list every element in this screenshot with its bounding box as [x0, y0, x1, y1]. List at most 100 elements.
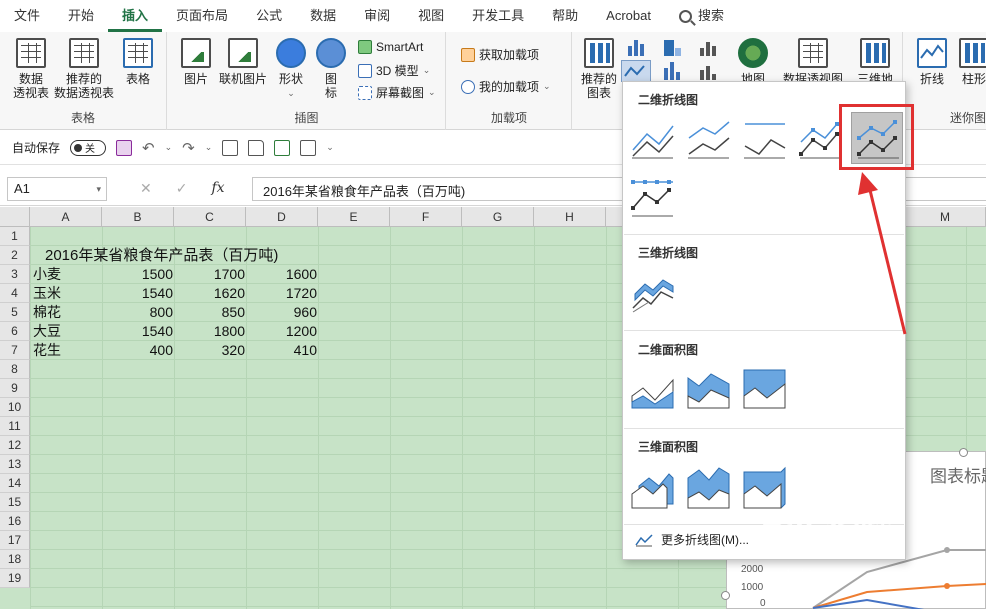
- line-chart-option[interactable]: [629, 116, 675, 162]
- chevron-down-icon[interactable]: ⌄: [205, 142, 213, 153]
- row-header-4[interactable]: 4: [0, 284, 30, 303]
- search-box[interactable]: 搜索: [665, 0, 738, 32]
- hierarchy-chart-icon[interactable]: [661, 38, 685, 58]
- tab-acrobat[interactable]: Acrobat: [592, 0, 665, 32]
- sparkline-column-button[interactable]: 柱形: [956, 38, 986, 86]
- value-cell[interactable]: 1620: [175, 284, 245, 303]
- column-chart-icon[interactable]: [625, 38, 649, 58]
- value-cell[interactable]: 800: [103, 303, 173, 322]
- percent-stacked-line-option[interactable]: [741, 116, 787, 162]
- cancel-icon[interactable]: ✕: [140, 180, 152, 197]
- value-cell[interactable]: 850: [175, 303, 245, 322]
- value-cell[interactable]: 1500: [103, 265, 173, 284]
- column-header-h[interactable]: H: [534, 207, 606, 227]
- column-header-d[interactable]: D: [246, 207, 318, 227]
- row-header-19[interactable]: 19: [0, 569, 30, 588]
- pivot-chart-button[interactable]: 数据透视图: [781, 38, 845, 86]
- value-cell[interactable]: 410: [247, 341, 317, 360]
- value-cell[interactable]: 1720: [247, 284, 317, 303]
- value-cell[interactable]: 1200: [247, 322, 317, 341]
- row-header-9[interactable]: 9: [0, 379, 30, 398]
- value-cell[interactable]: 320: [175, 341, 245, 360]
- tab-home[interactable]: 开始: [54, 0, 108, 32]
- tab-developer[interactable]: 开发工具: [458, 0, 538, 32]
- tab-review[interactable]: 审阅: [350, 0, 404, 32]
- open-folder-icon[interactable]: [248, 139, 265, 156]
- row-header-8[interactable]: 8: [0, 360, 30, 379]
- tab-file[interactable]: 文件: [0, 0, 54, 32]
- value-cell[interactable]: 1600: [247, 265, 317, 284]
- tab-help[interactable]: 帮助: [538, 0, 592, 32]
- column-header-b[interactable]: B: [102, 207, 174, 227]
- row-header-17[interactable]: 17: [0, 531, 30, 550]
- value-cell[interactable]: 1540: [103, 284, 173, 303]
- crop-name-cell[interactable]: 玉米: [33, 284, 61, 303]
- 3d-area-chart-option[interactable]: [629, 464, 675, 510]
- select-all-corner[interactable]: [0, 207, 30, 227]
- print-preview-icon[interactable]: [274, 139, 291, 156]
- table-button[interactable]: 表格: [118, 38, 158, 86]
- row-header-6[interactable]: 6: [0, 322, 30, 341]
- row-header-13[interactable]: 13: [0, 455, 30, 474]
- area-chart-option[interactable]: [629, 366, 675, 412]
- 3d-stacked-area-option[interactable]: [685, 464, 731, 510]
- recommended-pivot-button[interactable]: 推荐的 数据透视表: [54, 38, 114, 100]
- column-header-m[interactable]: M: [905, 207, 986, 227]
- new-file-icon[interactable]: [222, 139, 239, 156]
- recommended-charts-button[interactable]: 推荐的 图表: [579, 38, 619, 100]
- row-header-15[interactable]: 15: [0, 493, 30, 512]
- 3d-model-button[interactable]: 3D 模型 ⌄: [358, 62, 430, 79]
- line-chart-button[interactable]: [621, 60, 651, 82]
- value-cell[interactable]: 1540: [103, 322, 173, 341]
- row-header-18[interactable]: 18: [0, 550, 30, 569]
- chevron-down-icon[interactable]: ⌄: [165, 142, 173, 153]
- insert-function-icon[interactable]: fx: [211, 180, 224, 197]
- percent-stacked-area-option[interactable]: [741, 366, 787, 412]
- stacked-line-chart-option[interactable]: [685, 116, 731, 162]
- row-header-1[interactable]: 1: [0, 227, 30, 246]
- crop-name-cell[interactable]: 棉花: [33, 303, 61, 322]
- row-header-7[interactable]: 7: [0, 341, 30, 360]
- sheet-title-cell[interactable]: 2016年某省粮食年产品表（百万吨): [45, 246, 278, 265]
- pivot-table-button[interactable]: 数据 透视表: [8, 38, 54, 100]
- autosave-toggle[interactable]: 关: [70, 139, 107, 156]
- tab-insert[interactable]: 插入: [108, 0, 163, 32]
- chart-resize-handle[interactable]: [959, 448, 968, 457]
- value-cell[interactable]: 400: [103, 341, 173, 360]
- combo-chart-icon[interactable]: [697, 62, 721, 82]
- tab-page-layout[interactable]: 页面布局: [162, 0, 242, 32]
- row-header-5[interactable]: 5: [0, 303, 30, 322]
- screenshot-button[interactable]: 屏幕截图 ⌄: [358, 84, 436, 101]
- icons-button[interactable]: 图 标: [316, 38, 346, 100]
- crop-name-cell[interactable]: 小麦: [33, 265, 61, 284]
- redo-icon[interactable]: ↷: [182, 139, 195, 157]
- tab-view[interactable]: 视图: [404, 0, 458, 32]
- more-line-charts-button[interactable]: 更多折线图(M)...: [635, 531, 749, 548]
- online-picture-button[interactable]: 联机图片: [216, 38, 270, 86]
- percent-stacked-line-markers-option[interactable]: [629, 174, 675, 220]
- column-header-f[interactable]: F: [390, 207, 462, 227]
- tab-formulas[interactable]: 公式: [242, 0, 296, 32]
- picture-button[interactable]: 图片: [178, 38, 214, 86]
- value-cell[interactable]: 1800: [175, 322, 245, 341]
- row-header-12[interactable]: 12: [0, 436, 30, 455]
- value-cell[interactable]: 1700: [175, 265, 245, 284]
- row-header-2[interactable]: 2: [0, 246, 30, 265]
- column-header-c[interactable]: C: [174, 207, 246, 227]
- chart-resize-handle[interactable]: [721, 591, 730, 600]
- row-header-14[interactable]: 14: [0, 474, 30, 493]
- tab-data[interactable]: 数据: [296, 0, 350, 32]
- 3d-line-chart-option[interactable]: [629, 268, 675, 314]
- customize-qat-icon[interactable]: ⌄: [326, 142, 334, 153]
- column-header-e[interactable]: E: [318, 207, 390, 227]
- undo-icon[interactable]: ↶: [142, 139, 155, 157]
- row-header-10[interactable]: 10: [0, 398, 30, 417]
- save-icon[interactable]: [116, 139, 133, 156]
- export-pdf-icon[interactable]: [300, 139, 317, 156]
- crop-name-cell[interactable]: 花生: [33, 341, 61, 360]
- maps-button[interactable]: 地图: [733, 38, 773, 86]
- smartart-button[interactable]: SmartArt: [358, 40, 423, 54]
- statistic-chart-icon[interactable]: [661, 62, 685, 82]
- column-header-g[interactable]: G: [462, 207, 534, 227]
- column-header-a[interactable]: A: [30, 207, 102, 227]
